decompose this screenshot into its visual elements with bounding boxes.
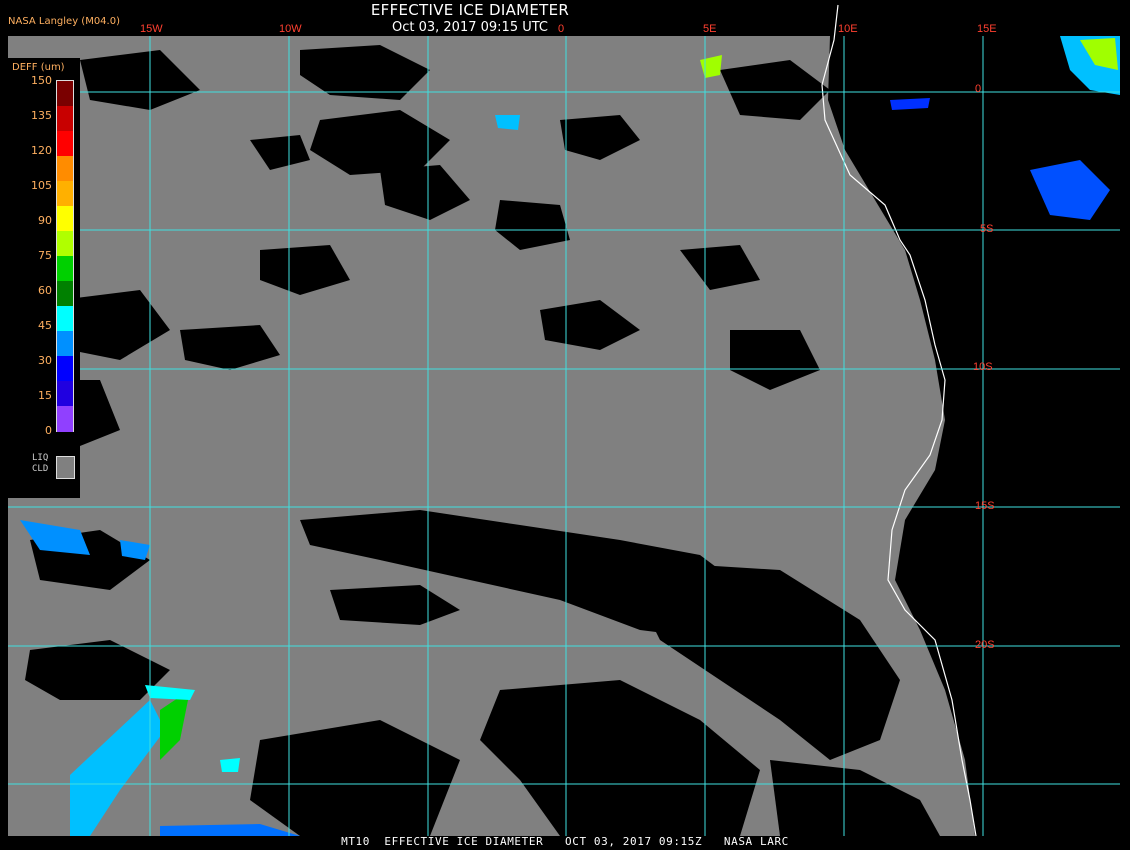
- colorbar: [56, 80, 74, 432]
- satellite-map[interactable]: [0, 0, 1130, 850]
- liquid-cloud-label-line2: CLD: [32, 464, 49, 474]
- colorbar-segment: [57, 406, 73, 432]
- colorbar-segment: [57, 106, 73, 132]
- lat-label-15s: 15S: [975, 500, 995, 512]
- legend-tick-label: 120: [31, 144, 52, 157]
- legend-tick-label: 30: [38, 354, 52, 367]
- legend-tick-label: 15: [38, 389, 52, 402]
- lat-label-20s: 20S: [975, 639, 995, 651]
- legend-tick-label: 0: [45, 424, 52, 437]
- lon-label-5e: 5E: [703, 23, 717, 35]
- color-legend: DEFF (um) 150 135 120 105 90 75 60 45 30 15 0 LIQ …: [8, 58, 80, 498]
- colorbar-segment: [57, 81, 73, 107]
- legend-tick-label: 150: [31, 74, 52, 87]
- colorbar-segment: [57, 231, 73, 257]
- footer-caption: MT10 EFFECTIVE ICE DIAMETER OCT 03, 2017…: [341, 835, 789, 848]
- lon-label-0: 0: [558, 23, 565, 35]
- page-title: EFFECTIVE ICE DIAMETER: [370, 1, 570, 19]
- colorbar-segment: [57, 206, 73, 232]
- lon-label-10e: 10E: [838, 23, 858, 35]
- colorbar-segment: [57, 381, 73, 407]
- colorbar-segment: [57, 281, 73, 307]
- lon-label-15w: 15W: [140, 23, 163, 35]
- legend-tick-label: 75: [38, 249, 52, 262]
- colorbar-segment: [57, 156, 73, 182]
- legend-title: DEFF (um): [12, 62, 65, 73]
- observation-time: Oct 03, 2017 09:15 UTC: [392, 20, 548, 35]
- lat-label-0: 0: [975, 83, 982, 95]
- liquid-cloud-swatch: [56, 456, 75, 479]
- producer-label: NASA Langley (M04.0): [8, 16, 120, 27]
- lon-label-10w: 10W: [279, 23, 302, 35]
- colorbar-segment: [57, 131, 73, 157]
- legend-tick-label: 90: [38, 214, 52, 227]
- lat-label-10s: 10S: [973, 361, 993, 373]
- liquid-cloud-label-line1: LIQ: [32, 453, 49, 463]
- legend-tick-label: 60: [38, 284, 52, 297]
- legend-tick-label: 135: [31, 109, 52, 122]
- colorbar-segment: [57, 256, 73, 282]
- colorbar-segment: [57, 181, 73, 207]
- legend-tick-label: 105: [31, 179, 52, 192]
- colorbar-segment: [57, 331, 73, 357]
- lon-label-15e: 15E: [977, 23, 997, 35]
- colorbar-segment: [57, 356, 73, 382]
- colorbar-segment: [57, 306, 73, 332]
- lat-label-5s: 5S: [980, 223, 994, 235]
- legend-tick-label: 45: [38, 319, 52, 332]
- map-viewer: EFFECTIVE ICE DIAMETER Oct 03, 2017 09:1…: [0, 0, 1130, 850]
